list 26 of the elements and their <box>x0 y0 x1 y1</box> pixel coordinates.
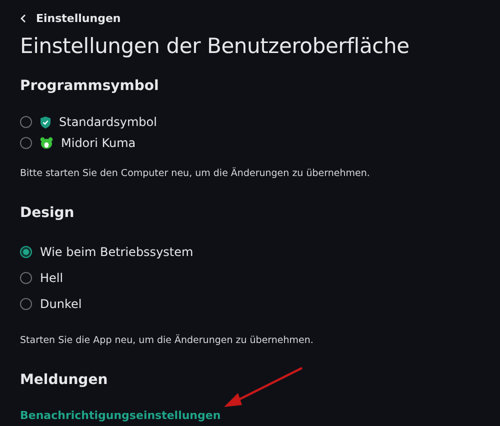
option-label: Hell <box>40 270 64 284</box>
hint-text: Starten Sie die App neu, um die Änderungen zu übernehmen. <box>20 334 314 346</box>
section-heading: Programmsymbol <box>20 78 160 94</box>
radio-button[interactable] <box>20 298 32 310</box>
option-label: Standardsymbol <box>59 115 157 129</box>
radio-button[interactable] <box>20 246 32 258</box>
option-label: Dunkel <box>40 296 82 310</box>
radio-button[interactable] <box>20 272 32 284</box>
radio-option[interactable]: Dunkel <box>20 290 480 316</box>
chevron-left-icon <box>20 14 26 23</box>
section-heading: Design <box>20 204 76 220</box>
radio-button[interactable] <box>20 137 32 149</box>
option-label: Midori Kuma <box>61 136 136 150</box>
page-title: Einstellungen der Benutzeroberfläche <box>20 34 410 58</box>
radio-button[interactable] <box>20 116 32 128</box>
radio-option[interactable]: Midori Kuma <box>20 132 480 154</box>
radio-option[interactable]: Standardsymbol <box>20 112 480 132</box>
option-label: Wie beim Betriebssystem <box>40 244 194 258</box>
back-link[interactable]: Einstellungen <box>20 10 121 28</box>
shield-icon <box>40 116 51 128</box>
radio-option[interactable]: Hell <box>20 264 480 290</box>
hint-text: Bitte starten Sie den Computer neu, um die Änderungen zu übernehmen. <box>20 168 371 178</box>
notification-settings-link[interactable]: Benachrichtigungseinstellungen <box>20 408 221 422</box>
section-heading: Meldungen <box>20 372 109 388</box>
bear-icon <box>40 137 53 149</box>
radio-option[interactable]: Wie beim Betriebssystem <box>20 238 480 264</box>
